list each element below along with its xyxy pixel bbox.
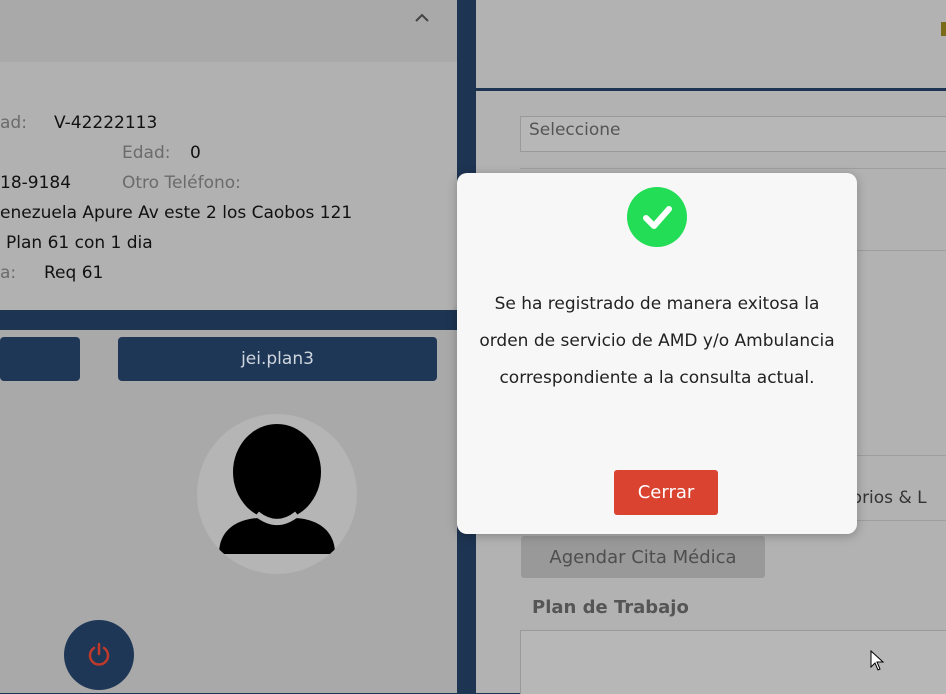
select-placeholder: Seleccione	[529, 120, 621, 140]
mouse-pointer-icon	[870, 650, 885, 671]
patient-id-label: ad:	[0, 113, 27, 133]
section-divider	[0, 310, 457, 330]
patient-req-value: Req 61	[44, 263, 104, 283]
avatar	[197, 414, 357, 574]
patient-plan: Plan 61 con 1 dia	[6, 233, 153, 253]
chevron-up-icon[interactable]	[412, 8, 432, 28]
patient-age-label: Edad:	[122, 143, 171, 163]
patient-collapse-header[interactable]	[0, 0, 457, 62]
success-modal: Se ha registrado de manera exitosa la or…	[457, 173, 857, 534]
form-divider	[520, 168, 946, 169]
check-icon	[643, 206, 672, 229]
modal-message: Se ha registrado de manera exitosa la or…	[479, 294, 835, 388]
power-icon	[88, 642, 110, 666]
success-check-badge	[627, 187, 687, 247]
user-button[interactable]: jei.plan3	[118, 337, 437, 381]
close-button[interactable]: Cerrar	[614, 470, 718, 515]
patient-other-phone-label: Otro Teléfono:	[122, 173, 241, 193]
partial-left-button[interactable]	[0, 337, 80, 381]
patient-req-label: a:	[0, 263, 17, 283]
patient-id-value: V-42222113	[54, 113, 158, 133]
logout-button[interactable]	[64, 620, 134, 690]
schedule-appointment-button[interactable]: Agendar Cita Médica	[521, 536, 765, 578]
patient-phone-value: 18-9184	[0, 173, 72, 193]
patient-address: enezuela Apure Av este 2 los Caobos 121	[0, 203, 353, 223]
patient-age-value: 0	[190, 143, 201, 163]
user-silhouette-icon	[219, 424, 335, 554]
right-header	[476, 0, 946, 91]
plan-de-trabajo-label: Plan de Trabajo	[532, 597, 689, 618]
accent-indicator	[941, 22, 946, 36]
tab-laboratorios[interactable]: torios & L	[845, 488, 927, 508]
